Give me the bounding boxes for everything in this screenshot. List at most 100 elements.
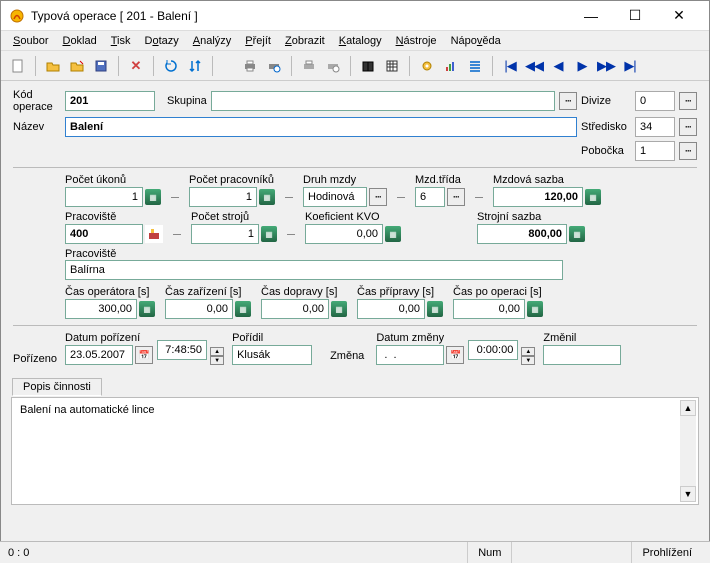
druh-mzdy-label: Druh mzdy [303, 174, 387, 186]
status-num: Num [467, 542, 511, 563]
menu-napoveda[interactable]: Nápověda [445, 33, 507, 49]
nav-last-icon[interactable]: ▶| [619, 55, 641, 77]
mzd-trida-label: Mzd.třída [415, 174, 465, 186]
mzd-trida-input[interactable] [415, 187, 445, 207]
nav-fwd-icon[interactable]: ▶ [571, 55, 593, 77]
sort-icon[interactable] [184, 55, 206, 77]
calc-icon[interactable]: ▦ [331, 301, 347, 317]
close-button[interactable]: ✕ [657, 2, 701, 30]
calendar-icon[interactable]: 📅 [135, 346, 153, 364]
datum-zmeny-label: Datum změny [376, 332, 464, 344]
pocet-ukonu-input[interactable] [65, 187, 143, 207]
calc-icon[interactable]: ▦ [235, 301, 251, 317]
calc-icon[interactable]: ▦ [569, 226, 585, 242]
new-icon[interactable] [7, 55, 29, 77]
skupina-picker-icon[interactable]: ··· [559, 92, 577, 110]
cas-porizeni-input[interactable] [157, 340, 207, 360]
menu-katalogy[interactable]: Katalogy [333, 33, 388, 49]
cas-po-input[interactable] [453, 299, 525, 319]
menu-analyzy[interactable]: Analýzy [187, 33, 238, 49]
stredisko-input[interactable] [635, 117, 675, 137]
maximize-button[interactable]: ☐ [613, 2, 657, 30]
print3-icon[interactable] [322, 55, 344, 77]
time-spinner[interactable]: ▲▼ [210, 347, 224, 365]
description-text[interactable]: Balení na automatické lince [12, 398, 698, 422]
cas-pri-input[interactable] [357, 299, 425, 319]
skupina-input[interactable] [211, 91, 555, 111]
time-spinner[interactable]: ▲▼ [521, 347, 535, 365]
menu-prejit[interactable]: Přejít [239, 33, 277, 49]
mzd-trida-picker-icon[interactable]: ··· [447, 188, 465, 206]
kod-input[interactable] [65, 91, 155, 111]
print-preview-icon[interactable] [263, 55, 285, 77]
chart-icon[interactable] [440, 55, 462, 77]
cas-zar-label: Čas zařízení [s] [165, 286, 251, 298]
menu-tisk[interactable]: Tisk [105, 33, 137, 49]
nav-back-icon[interactable]: ◀ [547, 55, 569, 77]
nav-fastfwd-icon[interactable]: ▶▶ [595, 55, 617, 77]
calendar-icon[interactable]: 📅 [446, 346, 464, 364]
refresh-icon[interactable] [160, 55, 182, 77]
scroll-down-icon[interactable]: ▼ [680, 486, 696, 502]
save-icon[interactable] [90, 55, 112, 77]
nazev-input[interactable] [65, 117, 577, 137]
poridil-label: Pořídil [232, 332, 312, 344]
datum-zmeny-input[interactable] [376, 345, 444, 365]
description-panel: Popis činnosti Balení na automatické lin… [11, 397, 699, 505]
cas-po-label: Čas po operaci [s] [453, 286, 543, 298]
pobocka-input[interactable] [635, 141, 675, 161]
mzdova-sazba-input[interactable] [493, 187, 583, 207]
open-icon[interactable] [42, 55, 64, 77]
zmenil-input[interactable] [543, 345, 621, 365]
pocet-prac-input[interactable] [189, 187, 257, 207]
druh-mzdy-input[interactable] [303, 187, 367, 207]
print-icon[interactable] [239, 55, 261, 77]
cas-op-input[interactable] [65, 299, 137, 319]
cas-zmeny-input[interactable] [468, 340, 518, 360]
menu-nastroje[interactable]: Nástroje [390, 33, 443, 49]
pracoviste-picker-icon[interactable] [145, 225, 163, 243]
menu-soubor[interactable]: Soubor [7, 33, 54, 49]
pocet-stroju-label: Počet strojů [191, 211, 277, 223]
open2-icon[interactable] [66, 55, 88, 77]
gear-icon[interactable] [416, 55, 438, 77]
divize-label: Divize [581, 95, 631, 107]
calc-icon[interactable]: ▦ [259, 189, 275, 205]
menu-zobrazit[interactable]: Zobrazit [279, 33, 331, 49]
pracoviste-code-input[interactable] [65, 224, 143, 244]
print2-icon[interactable] [298, 55, 320, 77]
menu-dotazy[interactable]: Dotazy [139, 33, 185, 49]
tab-popis[interactable]: Popis činnosti [12, 378, 102, 396]
nav-first-icon[interactable]: |◀ [499, 55, 521, 77]
strojni-sazba-input[interactable] [477, 224, 567, 244]
datum-porizeni-input[interactable] [65, 345, 133, 365]
stredisko-picker-icon[interactable]: ··· [679, 118, 697, 136]
grid-icon[interactable] [381, 55, 403, 77]
calc-icon[interactable]: ▦ [385, 226, 401, 242]
delete-icon[interactable]: ✕ [125, 55, 147, 77]
minimize-button[interactable]: — [569, 2, 613, 30]
scrollbar[interactable]: ▲ ▼ [680, 400, 696, 502]
scroll-up-icon[interactable]: ▲ [680, 400, 696, 416]
calc-icon[interactable]: ▦ [527, 301, 543, 317]
pracoviste-name-input[interactable] [65, 260, 563, 280]
nav-fastback-icon[interactable]: ◀◀ [523, 55, 545, 77]
list-icon[interactable] [464, 55, 486, 77]
divize-input[interactable] [635, 91, 675, 111]
calc-icon[interactable]: ▦ [261, 226, 277, 242]
pocet-stroju-input[interactable] [191, 224, 259, 244]
cas-dop-input[interactable] [261, 299, 329, 319]
calc-icon[interactable]: ▦ [145, 189, 161, 205]
menu-doklad[interactable]: Doklad [56, 33, 102, 49]
cas-zar-input[interactable] [165, 299, 233, 319]
mzdova-sazba-label: Mzdová sazba [493, 174, 601, 186]
divize-picker-icon[interactable]: ··· [679, 92, 697, 110]
druh-mzdy-picker-icon[interactable]: ··· [369, 188, 387, 206]
book-icon[interactable] [357, 55, 379, 77]
koef-input[interactable] [305, 224, 383, 244]
calc-icon[interactable]: ▦ [427, 301, 443, 317]
calc-icon[interactable]: ▦ [585, 189, 601, 205]
poridil-input[interactable] [232, 345, 312, 365]
calc-icon[interactable]: ▦ [139, 301, 155, 317]
pobocka-picker-icon[interactable]: ··· [679, 142, 697, 160]
